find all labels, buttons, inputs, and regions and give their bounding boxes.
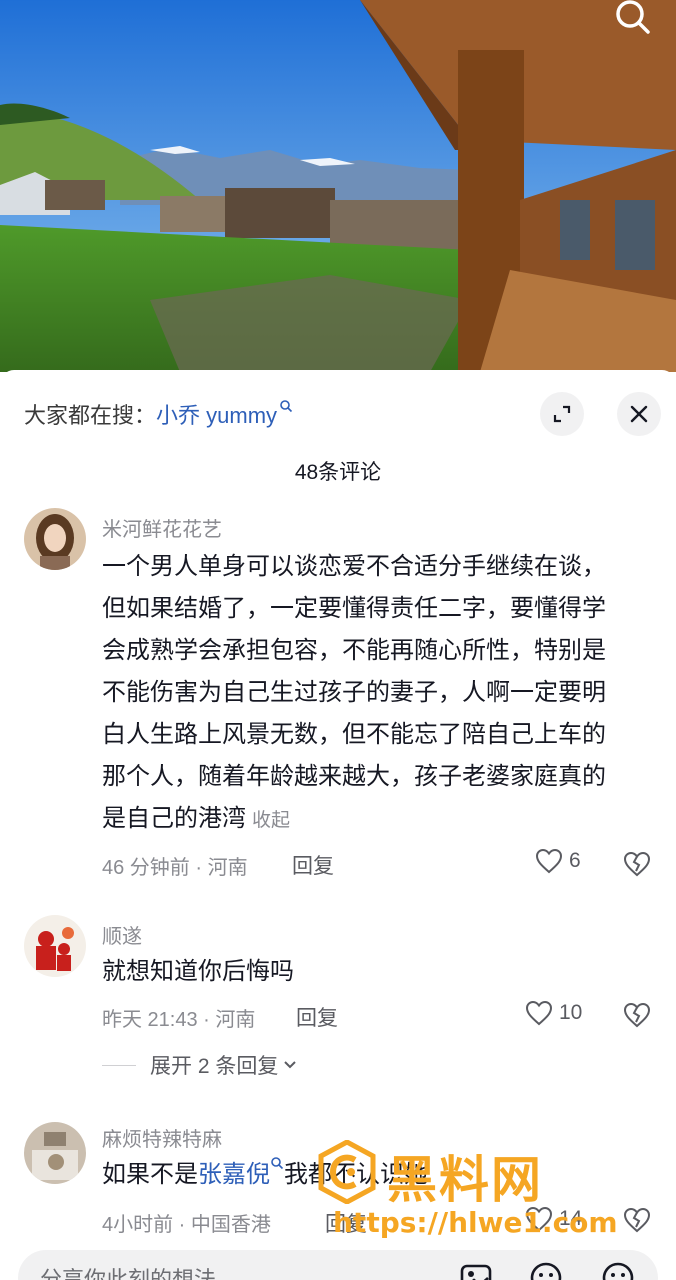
like-count: 6: [569, 849, 581, 872]
video-scene-image: [0, 0, 676, 372]
comment-text-line: 那个人，随着年龄越来越大，孩子老婆家庭真的: [102, 763, 606, 790]
watermark-title: 黑料网: [387, 1151, 543, 1209]
comments-count: 48条评论: [294, 461, 382, 484]
search-button[interactable]: [612, 0, 654, 36]
chevron-down-icon: [284, 1061, 297, 1069]
hot-search-keyword[interactable]: 小乔 yummy: [156, 403, 277, 428]
like-button[interactable]: 10: [525, 1000, 582, 1026]
image-icon: [460, 1264, 492, 1280]
comment-time-location: 4小时前 · 中国香港: [102, 1214, 271, 1236]
like-count: 10: [559, 1001, 583, 1024]
comment-text: 就想知道你后悔吗: [102, 958, 294, 985]
hot-search-bar[interactable]: 大家都在搜：小乔 yummy: [24, 398, 293, 430]
comment-username[interactable]: 麻烦特辣特麻: [102, 1123, 222, 1152]
expand-replies-label: 展开 2 条回复: [150, 1055, 279, 1078]
reply-button[interactable]: 回复: [292, 850, 334, 880]
emoji-icon: [530, 1262, 562, 1280]
avatar[interactable]: [24, 915, 86, 977]
expand-icon: [553, 405, 571, 423]
watermark-url: https://hlwe1.com: [333, 1206, 618, 1239]
search-icon: [616, 0, 650, 34]
comment-text-line: 会成熟学会承担包容，不能再随心所性，特别是: [102, 637, 606, 664]
watermark: 黑料网 https://hlwe1.com: [315, 1140, 660, 1260]
broken-heart-icon: [623, 851, 651, 877]
like-button[interactable]: 6: [535, 848, 581, 874]
heart-icon: [525, 1000, 553, 1026]
comment-username[interactable]: 米河鲜花花艺: [102, 513, 222, 542]
watermark-logo-icon: [318, 1140, 376, 1204]
expand-replies-button[interactable]: 展开 2 条回复: [102, 1050, 298, 1080]
divider: [102, 1064, 136, 1066]
close-button[interactable]: [617, 392, 661, 436]
dislike-button[interactable]: [623, 850, 651, 878]
hot-search-prefix: 大家都在搜：: [24, 403, 157, 428]
video-preview[interactable]: [0, 0, 676, 372]
comment-text-line: 白人生路上风景无数，但不能忘了陪自己上车的: [102, 721, 606, 748]
expand-button[interactable]: [540, 392, 584, 436]
search-small-icon: [271, 1157, 284, 1170]
comment-text-part: 如果不是: [102, 1161, 198, 1188]
comment-username[interactable]: 顺遂: [102, 920, 142, 949]
comment-time-location: 昨天 21:43 · 河南: [102, 1009, 256, 1031]
comment-text-line: 是自己的港湾: [102, 805, 246, 832]
emoji-button[interactable]: [600, 1260, 636, 1280]
comment-text-line: 不能伤害为自己生过孩子的妻子，人啊一定要明: [102, 679, 606, 706]
mention-button[interactable]: [528, 1260, 564, 1280]
comment-time-location: 46 分钟前 · 河南: [102, 857, 248, 879]
broken-heart-icon: [623, 1002, 651, 1028]
comment-text: 一个男人单身可以谈恋爱不合适分手继续在谈， 但如果结婚了，一定要懂得责任二字，要…: [102, 546, 654, 842]
reply-button[interactable]: 回复: [296, 1002, 338, 1032]
collapse-link[interactable]: 收起: [252, 810, 290, 831]
image-button[interactable]: [458, 1260, 494, 1280]
avatar[interactable]: [24, 1122, 86, 1184]
search-small-icon: [280, 400, 293, 413]
heart-icon: [535, 848, 563, 874]
emoji-icon: [602, 1262, 634, 1280]
avatar[interactable]: [24, 508, 86, 570]
comment-text-line: 一个男人单身可以谈恋爱不合适分手继续在谈，: [102, 553, 606, 580]
mention-link[interactable]: 张嘉倪: [198, 1161, 270, 1188]
comment-text-line: 但如果结婚了，一定要懂得责任二字，要懂得学: [102, 595, 606, 622]
comment-input-placeholder: 分享你此刻的想法: [40, 1267, 217, 1280]
dislike-button[interactable]: [623, 1001, 651, 1029]
close-icon: [630, 405, 648, 423]
